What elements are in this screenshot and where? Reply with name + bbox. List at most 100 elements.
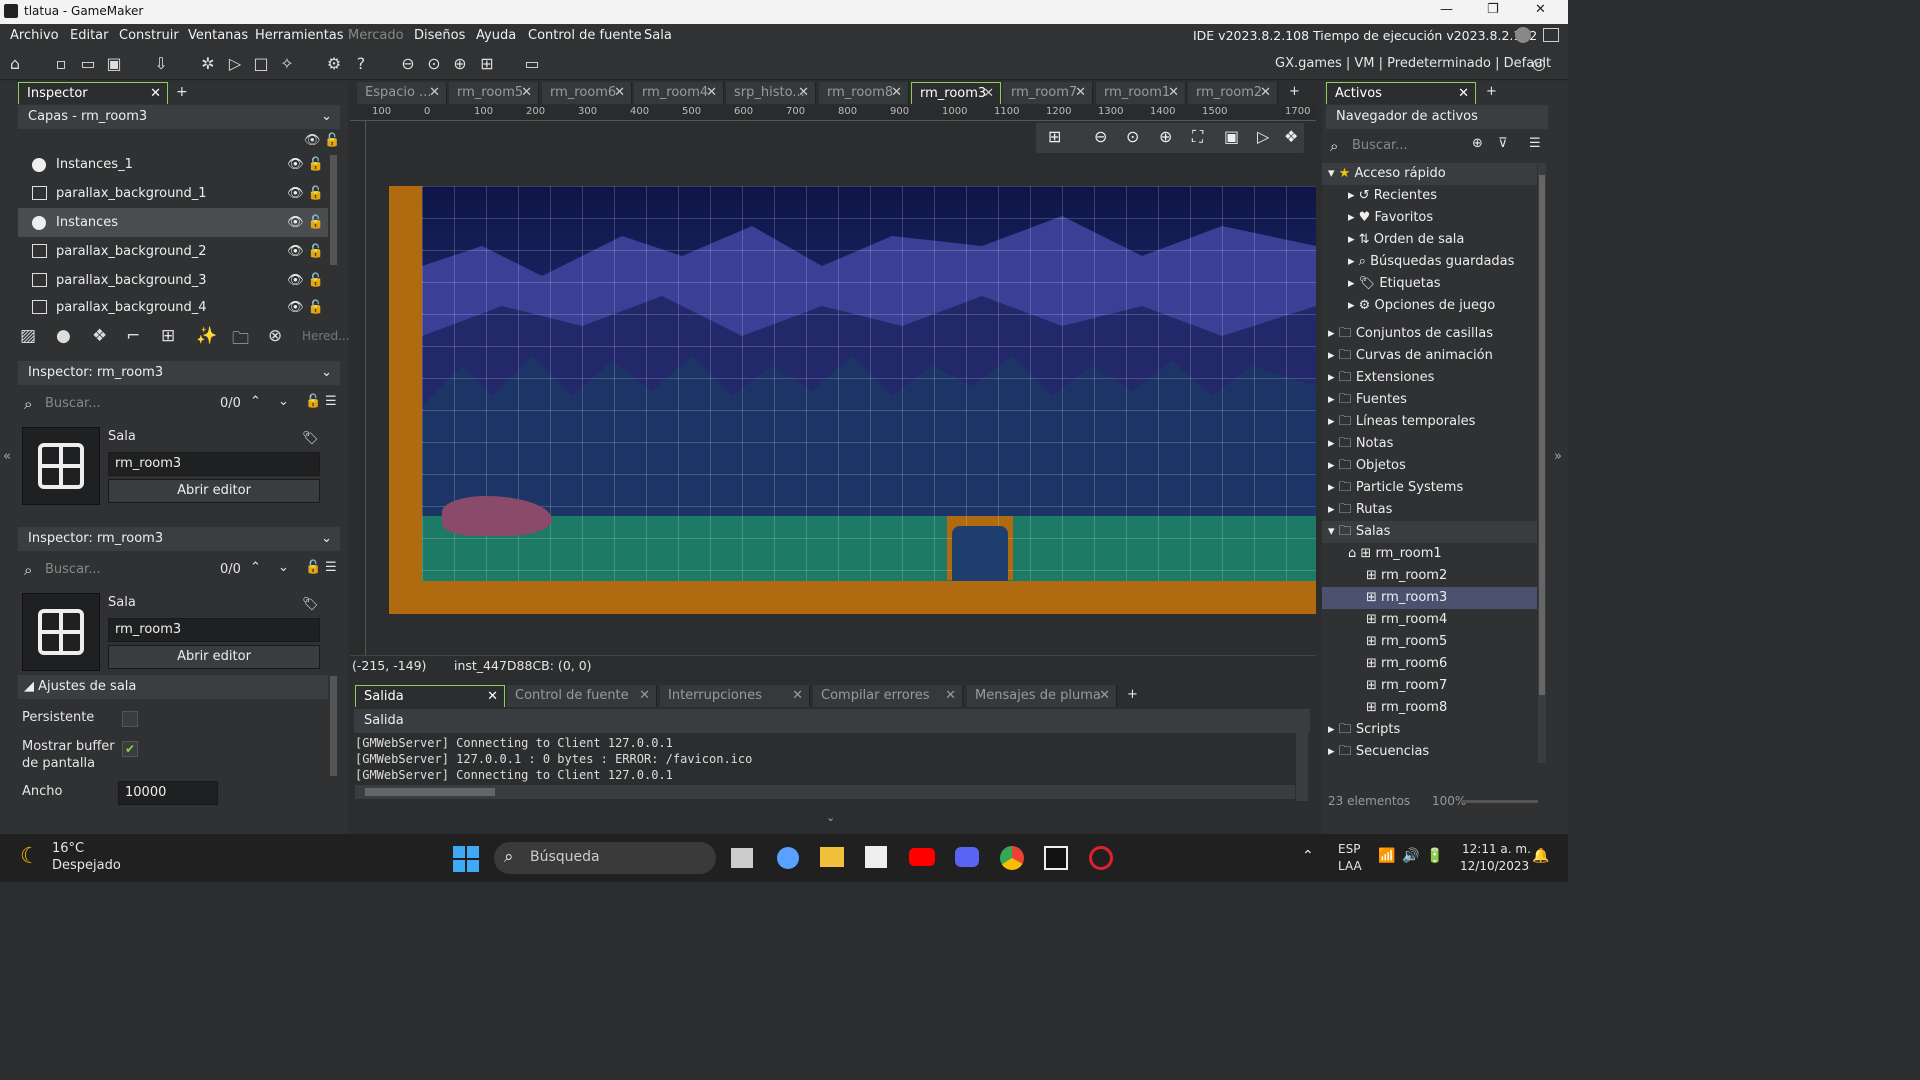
search-next-icon[interactable]: ⌄ <box>278 560 289 575</box>
notification-bell-icon[interactable]: 🔔 <box>1532 848 1549 864</box>
add-instance-layer-icon[interactable]: ● <box>56 326 71 346</box>
visibility-lock-icons[interactable]: 👁 🔓 <box>287 237 324 266</box>
output-vscroll[interactable] <box>1296 733 1308 801</box>
tree-folder[interactable]: ▸ 🗀 Objetos <box>1322 455 1537 477</box>
layer-item[interactable]: Instances_1 👁 🔓 <box>18 150 328 179</box>
tab-interrupciones[interactable]: Interrupciones ✕ <box>660 685 810 707</box>
clock-time[interactable]: 12:11 a. m. <box>1462 842 1531 856</box>
clock-date[interactable]: 12/10/2023 <box>1460 859 1529 873</box>
inherit-button[interactable]: Hered... <box>302 329 350 343</box>
tree-item[interactable]: ▸ ♥ Favoritos <box>1322 207 1537 229</box>
stop-icon[interactable]: □ <box>250 53 272 75</box>
inspector-header[interactable]: Inspector: rm_room3 ⌄ <box>18 527 340 551</box>
menu-disenos[interactable]: Diseños <box>414 28 465 43</box>
tab-compilar-errores[interactable]: Compilar errores ✕ <box>813 685 963 707</box>
asset-search-input[interactable]: Buscar... <box>1352 138 1408 153</box>
close-tab-icon[interactable]: ✕ <box>945 685 956 707</box>
close-tab-icon[interactable]: ✕ <box>798 82 809 104</box>
asset-scrollbar[interactable] <box>1538 163 1546 763</box>
delete-layer-icon[interactable]: ⊗ <box>268 326 282 346</box>
room-canvas[interactable] <box>422 186 1316 581</box>
search-prev-icon[interactable]: ⌃ <box>250 560 261 575</box>
visibility-lock-icons[interactable]: 👁 🔓 <box>287 150 324 179</box>
tree-folder[interactable]: ▸ 🗀 Notas <box>1322 433 1537 455</box>
doc-tab[interactable]: rm_room5 ✕ <box>449 82 539 104</box>
doc-tab[interactable]: rm_room2 ✕ <box>1188 82 1278 104</box>
close-tab-icon[interactable]: ✕ <box>639 685 650 707</box>
wifi-icon[interactable]: 📶 <box>1378 848 1395 864</box>
close-tab-icon[interactable]: ✕ <box>487 686 498 708</box>
help-icon[interactable]: ? <box>350 53 372 75</box>
file-explorer-icon[interactable] <box>820 847 844 867</box>
tree-item[interactable]: ▸ 🏷 Etiquetas <box>1322 273 1537 295</box>
search-prev-icon[interactable]: ⌃ <box>250 394 261 409</box>
menu-editar[interactable]: Editar <box>70 28 109 43</box>
tree-folder-open[interactable]: ▾ 🗀 Salas <box>1322 521 1537 543</box>
tab-salida[interactable]: Salida ✕ <box>355 685 505 707</box>
menu-mercado[interactable]: Mercado <box>348 28 404 43</box>
width-field[interactable]: 10000 <box>118 781 218 805</box>
asset-zoom-slider[interactable] <box>1462 800 1538 803</box>
inspector-scrollbar[interactable] <box>330 676 337 776</box>
visibility-lock-icons[interactable]: 👁 🔓 <box>287 295 324 320</box>
open-editor-button[interactable]: Abrir editor <box>108 479 320 503</box>
weather-desc[interactable]: Despejado <box>52 858 121 873</box>
tray-overflow-icon[interactable]: ⌃ <box>1302 848 1314 864</box>
notifications-icon[interactable] <box>1543 28 1559 42</box>
close-tab-icon[interactable]: ✕ <box>1099 685 1110 707</box>
tree-item[interactable]: ▸ ⌕ Búsquedas guardadas <box>1322 251 1537 273</box>
zoom-in-icon[interactable]: ⊕ <box>449 53 471 75</box>
layer-item[interactable]: parallax_background_1 👁 🔓 <box>18 179 328 208</box>
doc-tab[interactable]: Espacio ... ✕ <box>357 82 447 104</box>
doc-tab[interactable]: rm_room1 ✕ <box>1096 82 1186 104</box>
target-icon[interactable]: ◎ <box>1528 53 1550 75</box>
close-tab-icon[interactable]: ✕ <box>1168 82 1179 104</box>
clean-icon[interactable]: ✧ <box>276 53 298 75</box>
zoom-out-icon[interactable]: ⊖ <box>397 53 419 75</box>
zoom-out-icon[interactable]: ⊖ <box>1094 127 1107 146</box>
tree-folder[interactable]: ▸ 🗀 Particle Systems <box>1322 477 1537 499</box>
tab-mensajes-pluma[interactable]: Mensajes de pluma ✕ <box>967 685 1117 707</box>
menu-icon[interactable]: ☰ <box>325 394 337 409</box>
collapse-left-icon[interactable]: « <box>3 449 11 464</box>
layer-item[interactable]: parallax_background_4 👁 🔓 <box>18 295 328 320</box>
close-button[interactable]: ✕ <box>1535 2 1546 17</box>
add-tab-button[interactable]: + <box>1127 687 1138 702</box>
show-buffer-checkbox[interactable]: ✔ <box>122 741 138 757</box>
close-tab-icon[interactable]: ✕ <box>792 685 803 707</box>
menu-ayuda[interactable]: Ayuda <box>476 28 516 43</box>
menu-archivo[interactable]: Archivo <box>10 28 59 43</box>
run-icon[interactable]: ▷ <box>224 53 246 75</box>
lock-icon[interactable]: 🔓 <box>305 560 321 575</box>
room-name-field[interactable]: rm_room3 <box>108 452 320 476</box>
new-project-icon[interactable]: ▫ <box>50 53 72 75</box>
tree-room[interactable]: ⊞ rm_room4 <box>1322 609 1537 631</box>
export-icon[interactable]: ⇩ <box>150 53 172 75</box>
tree-room[interactable]: ⊞ rm_room2 <box>1322 565 1537 587</box>
doc-tab[interactable]: rm_room8 ✕ <box>819 82 909 104</box>
close-tab-icon[interactable]: ✕ <box>1260 82 1271 104</box>
tree-folder[interactable]: ▸ 🗀 Scripts <box>1322 719 1537 741</box>
menu-icon[interactable]: ☰ <box>1529 136 1541 151</box>
layers-header[interactable]: Capas - rm_room3 ⌄ <box>18 105 340 129</box>
start-button-icon[interactable] <box>453 846 479 872</box>
fit-icon[interactable]: ⛶ <box>1192 127 1203 147</box>
doc-tab[interactable]: rm_room6 ✕ <box>542 82 632 104</box>
visibility-lock-icons[interactable]: 👁 🔓 <box>287 208 324 237</box>
open-editor-button[interactable]: Abrir editor <box>108 645 320 669</box>
menu-herramientas[interactable]: Herramientas <box>255 28 344 43</box>
maximize-button[interactable]: ❐ <box>1487 2 1499 17</box>
visibility-lock-icons[interactable]: 👁 🔓 <box>287 266 324 295</box>
debug-icon[interactable]: ✲ <box>197 53 219 75</box>
close-tab-icon[interactable]: ✕ <box>1075 82 1086 104</box>
tree-folder[interactable]: ▸ 🗀 Extensiones <box>1322 367 1537 389</box>
inspector-search-input[interactable]: Buscar... <box>45 396 101 411</box>
tree-room[interactable]: ⊞ rm_room8 <box>1322 697 1537 719</box>
layers-icon[interactable]: ❖ <box>1284 127 1298 146</box>
tree-stump-sprite[interactable] <box>952 526 1008 581</box>
tag-icon[interactable]: 🏷 <box>302 431 319 446</box>
zoom-reset-icon[interactable]: ⊙ <box>1126 127 1139 146</box>
taskbar-search[interactable]: ⌕ Búsqueda <box>494 842 716 874</box>
settings-icon[interactable]: ⚙ <box>323 53 345 75</box>
collapse-down-icon[interactable]: ⌄ <box>826 811 835 824</box>
